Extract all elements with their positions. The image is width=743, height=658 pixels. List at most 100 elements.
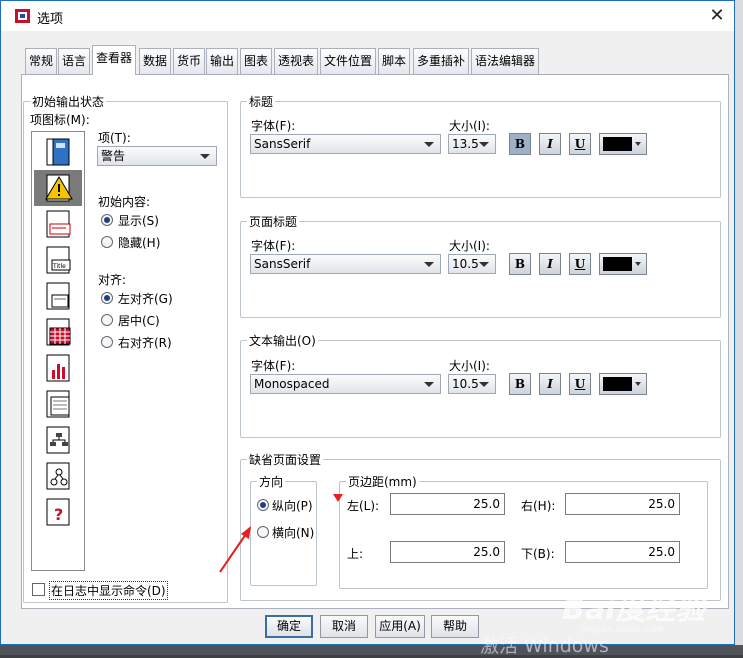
chevron-down-icon bbox=[424, 382, 434, 387]
top-margin-label: 上: bbox=[347, 547, 364, 561]
top-margin-input[interactable]: 25.0 bbox=[390, 541, 505, 563]
tab-currency[interactable]: 货币 bbox=[173, 48, 206, 74]
title-font-dropdown[interactable]: SansSerif bbox=[250, 134, 441, 154]
title-italic-button[interactable]: I bbox=[539, 133, 561, 155]
options-dialog: 选项 ✕ 常规 语言 查看器 数据 货币 输出 图表 透视表 文件位置 脚本 多… bbox=[0, 0, 735, 645]
page-title-color-picker[interactable] bbox=[599, 253, 647, 275]
warning-icon[interactable] bbox=[34, 170, 82, 206]
chevron-down-icon bbox=[635, 142, 641, 146]
landscape-label[interactable]: 横向(N) bbox=[272, 524, 314, 541]
color-swatch bbox=[603, 257, 632, 271]
unknown-object-icon[interactable]: ? bbox=[34, 494, 82, 530]
color-swatch bbox=[603, 377, 632, 391]
show-radio-label[interactable]: 显示(S) bbox=[118, 212, 159, 229]
tab-file-locations[interactable]: 文件位置 bbox=[320, 48, 377, 74]
title-legend: 标题 bbox=[249, 95, 274, 109]
log-book-icon[interactable] bbox=[34, 134, 82, 170]
item-label: 项(T): bbox=[98, 131, 131, 145]
desktop-background bbox=[0, 645, 743, 655]
chevron-down-icon bbox=[479, 382, 489, 387]
page-title-size-label: 大小(I): bbox=[449, 239, 490, 253]
close-button[interactable]: ✕ bbox=[701, 3, 733, 29]
page-title-bold-button[interactable]: B bbox=[509, 253, 531, 275]
help-button[interactable]: 帮助 bbox=[431, 615, 479, 638]
page-title-font-label: 字体(F): bbox=[251, 239, 296, 253]
align-right-radio[interactable] bbox=[101, 336, 113, 348]
title-size-dropdown[interactable]: 13.5 bbox=[448, 134, 496, 154]
show-commands-checkbox[interactable] bbox=[32, 583, 45, 596]
hide-radio-label[interactable]: 隐藏(H) bbox=[118, 234, 160, 251]
tab-output[interactable]: 输出 bbox=[206, 48, 239, 74]
align-left-radio[interactable] bbox=[101, 292, 113, 304]
page-title-underline-button[interactable]: U bbox=[569, 253, 591, 275]
chart-icon[interactable] bbox=[34, 350, 82, 386]
color-swatch bbox=[603, 137, 632, 151]
tab-general[interactable]: 常规 bbox=[25, 48, 58, 74]
page-title-icon[interactable] bbox=[34, 278, 82, 314]
text-output-icon[interactable] bbox=[34, 386, 82, 422]
tab-multiple-imputation[interactable]: 多重插补 bbox=[413, 48, 470, 74]
item-dropdown[interactable]: 警告 bbox=[97, 146, 217, 166]
align-center-radio[interactable] bbox=[101, 314, 113, 326]
tree-model-icon[interactable] bbox=[34, 422, 82, 458]
svg-text:Title: Title bbox=[52, 263, 66, 270]
tab-pivot-tables[interactable]: 透视表 bbox=[274, 48, 319, 74]
model-icon[interactable] bbox=[34, 458, 82, 494]
ok-button[interactable]: 确定 bbox=[265, 615, 313, 638]
align-left-label[interactable]: 左对齐(G) bbox=[118, 290, 173, 307]
align-center-label[interactable]: 居中(C) bbox=[118, 312, 160, 329]
title-bold-button[interactable]: B bbox=[509, 133, 531, 155]
align-right-label[interactable]: 右对齐(R) bbox=[118, 334, 172, 351]
chevron-down-icon bbox=[479, 142, 489, 147]
title-underline-button[interactable]: U bbox=[569, 133, 591, 155]
title-icon[interactable]: Title bbox=[34, 242, 82, 278]
chevron-down-icon bbox=[424, 262, 434, 267]
text-output-underline-button[interactable]: U bbox=[569, 373, 591, 395]
page-title-italic-button[interactable]: I bbox=[539, 253, 561, 275]
title-size-value: 13.5 bbox=[452, 137, 479, 151]
cancel-button[interactable]: 取消 bbox=[320, 615, 368, 638]
tab-data[interactable]: 数据 bbox=[139, 48, 172, 74]
background-window-edge bbox=[735, 0, 743, 655]
bottom-margin-input[interactable]: 25.0 bbox=[565, 541, 680, 563]
tab-charts[interactable]: 图表 bbox=[240, 48, 273, 74]
text-output-size-label: 大小(I): bbox=[449, 359, 490, 373]
text-output-font-dropdown[interactable]: Monospaced bbox=[250, 374, 441, 394]
title-color-picker[interactable] bbox=[599, 133, 647, 155]
apply-button[interactable]: 应用(A) bbox=[375, 615, 425, 638]
text-output-font-value: Monospaced bbox=[254, 377, 330, 391]
text-output-bold-button[interactable]: B bbox=[509, 373, 531, 395]
left-margin-label: 左(L): bbox=[347, 499, 380, 513]
bottom-margin-label: 下(B): bbox=[521, 547, 555, 561]
right-margin-input[interactable]: 25.0 bbox=[565, 493, 680, 515]
text-output-legend: 文本输出(O) bbox=[249, 334, 316, 348]
tab-viewer[interactable]: 查看器 bbox=[92, 45, 137, 75]
left-margin-input[interactable]: 25.0 bbox=[390, 493, 505, 515]
show-commands-label[interactable]: 在日志中显示命令(D) bbox=[49, 581, 168, 600]
page-title-font-dropdown[interactable]: SansSerif bbox=[250, 254, 441, 274]
title-font-value: SansSerif bbox=[254, 137, 311, 151]
tab-syntax-editor[interactable]: 语法编辑器 bbox=[471, 48, 540, 74]
tab-scripts[interactable]: 脚本 bbox=[378, 48, 411, 74]
text-output-font-label: 字体(F): bbox=[251, 359, 296, 373]
hide-radio[interactable] bbox=[101, 236, 113, 248]
page-title-size-dropdown[interactable]: 10.5 bbox=[448, 254, 496, 274]
item-icon-list[interactable]: Title ? bbox=[31, 131, 85, 571]
portrait-label[interactable]: 纵向(P) bbox=[272, 497, 313, 514]
text-output-size-dropdown[interactable]: 10.5 bbox=[448, 374, 496, 394]
annotation-arrow-icon bbox=[219, 526, 251, 573]
initial-content-label: 初始内容: bbox=[98, 195, 151, 209]
right-margin-label: 右(H): bbox=[521, 499, 556, 513]
alignment-label: 对齐: bbox=[98, 273, 127, 287]
svg-text:?: ? bbox=[54, 505, 63, 524]
pivot-table-icon[interactable] bbox=[34, 314, 82, 350]
text-output-italic-button[interactable]: I bbox=[539, 373, 561, 395]
orientation-legend: 方向 bbox=[259, 475, 284, 489]
tab-language[interactable]: 语言 bbox=[58, 48, 91, 74]
text-output-color-picker[interactable] bbox=[599, 373, 647, 395]
portrait-radio[interactable] bbox=[257, 499, 269, 511]
notes-icon[interactable] bbox=[34, 206, 82, 242]
app-icon bbox=[14, 8, 31, 24]
landscape-radio[interactable] bbox=[257, 526, 269, 538]
show-radio[interactable] bbox=[101, 214, 113, 226]
